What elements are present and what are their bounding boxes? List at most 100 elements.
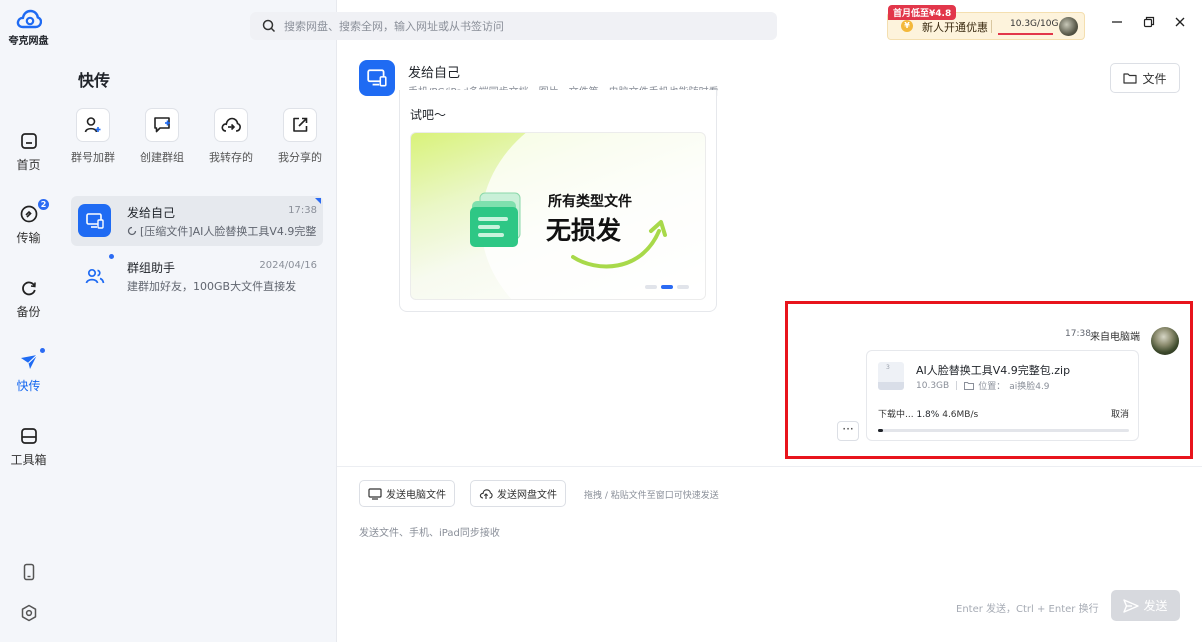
storage-usage: 10.3G/10G (1010, 19, 1059, 29)
conversation-send-to-self[interactable]: 发给自己 17:38 [压缩文件]AI人脸替换工具V4.9完整... (71, 196, 323, 246)
minimize-icon (1112, 21, 1122, 23)
loading-icon (127, 226, 137, 236)
unread-dot (109, 254, 114, 259)
my-shared-icon-box (283, 108, 317, 142)
conversation-time: 2024/04/16 (259, 260, 317, 271)
promo-text: 新人开通优惠 (922, 21, 988, 34)
join-group-label: 群号加群 (71, 151, 115, 164)
files-illustration-icon (470, 192, 521, 247)
quick-send-dot (40, 348, 45, 353)
user-avatar[interactable] (1059, 17, 1078, 36)
message-input[interactable] (359, 524, 1179, 584)
search-input[interactable] (284, 12, 764, 40)
rail-transfer-label: 传输 (16, 231, 41, 245)
rail-toolbox[interactable]: 工具箱 (0, 426, 57, 468)
left-rail: 夸克网盘 首页 2 传输 备份 快传 工具箱 (0, 0, 57, 642)
add-user-icon (84, 117, 101, 133)
monitor-icon (368, 487, 382, 500)
logo-text: 夸克网盘 (8, 36, 49, 47)
promo-divider (991, 20, 992, 33)
create-group-icon-box (145, 108, 179, 142)
promo-price-tag: 首月低至¥4.8 (888, 5, 957, 20)
send-pc-file-button[interactable]: 发送电脑文件 (359, 480, 455, 507)
files-button[interactable]: 文件 (1110, 63, 1180, 93)
conversation-group-assistant[interactable]: 群组助手 2024/04/16 建群加好友，100GB大文件直接发 (71, 251, 323, 301)
backup-icon (21, 281, 36, 296)
desktop-icon (85, 212, 104, 229)
send-shortcut-hint: Enter 发送，Ctrl + Enter 换行 (956, 604, 1099, 615)
conversation-icon (78, 204, 111, 237)
rail-backup[interactable]: 备份 (0, 278, 57, 320)
files-button-label: 文件 (1142, 71, 1167, 86)
app-window: 夸克网盘 首页 2 传输 备份 快传 工具箱 快传 群号加群 创建群组 我转存的… (0, 0, 1202, 642)
toolbox-icon (20, 428, 37, 444)
send-cloud-file-label: 发送网盘文件 (497, 490, 557, 501)
settings-icon (21, 604, 36, 622)
close-button[interactable] (1172, 16, 1188, 32)
conversation-preview: [压缩文件]AI人脸替换工具V4.9完整... (127, 223, 317, 239)
storage-fill (998, 33, 1053, 35)
desktop-icon (367, 69, 387, 87)
conversation-time: 17:38 (288, 205, 317, 216)
panel-title: 快传 (78, 71, 111, 90)
restore-icon (1143, 16, 1155, 28)
rail-transfer[interactable]: 2 传输 (0, 199, 57, 246)
drop-hint: 拖拽 / 粘贴文件至窗口可快速发送 (584, 491, 719, 501)
home-icon (20, 133, 37, 149)
conversation-name: 群组助手 (127, 261, 176, 275)
storage-bar (998, 33, 1053, 35)
my-saved-button[interactable]: 我转存的 (196, 108, 266, 165)
my-shared-button[interactable]: 我分享的 (265, 108, 335, 165)
rail-settings[interactable] (0, 603, 57, 623)
chat-header-icon (359, 60, 395, 96)
restore-button[interactable] (1141, 16, 1157, 32)
minimize-button[interactable] (1109, 16, 1125, 32)
send-cloud-file-button[interactable]: 发送网盘文件 (470, 480, 566, 507)
conversation-name: 发给自己 (127, 206, 176, 220)
create-group-button[interactable]: 创建群组 (127, 108, 197, 165)
swoosh-arrow-icon (571, 220, 667, 269)
send-pc-file-label: 发送电脑文件 (386, 490, 446, 501)
chat-title: 发给自己 (408, 66, 461, 81)
cloud-logo-icon (16, 9, 42, 29)
cloud-upload-icon (479, 488, 493, 499)
rail-phone[interactable] (0, 562, 57, 582)
app-logo[interactable]: 夸克网盘 (0, 8, 57, 47)
conversation-icon (78, 259, 111, 292)
promo-banner[interactable]: 所有类型文件 无损发 (410, 132, 706, 300)
search-icon (262, 19, 276, 33)
send-button-label: 发送 (1143, 599, 1168, 613)
quick-send-icon (20, 354, 37, 369)
search-bar (250, 12, 777, 40)
join-group-by-number-button[interactable]: 群号加群 (58, 108, 128, 165)
rail-quick-send-label: 快传 (16, 379, 41, 393)
rail-home[interactable]: 首页 (0, 131, 57, 173)
send-icon (1123, 598, 1140, 613)
coin-icon: ¥ (901, 20, 913, 32)
carousel-dot[interactable] (645, 285, 657, 289)
carousel-dot[interactable] (677, 285, 689, 289)
membership-promo[interactable]: 首月低至¥4.8 ¥ 新人开通优惠 10.3G/10G (887, 5, 1085, 40)
composer-divider (337, 466, 1202, 467)
transfer-badge: 2 (38, 199, 49, 210)
my-shared-label: 我分享的 (278, 151, 322, 164)
folder-icon (1123, 73, 1138, 84)
quick-send-panel: 快传 群号加群 创建群组 我转存的 我分享的 发给自己 17:38 [压缩文件]… (57, 0, 337, 642)
my-saved-icon-box (214, 108, 248, 142)
my-saved-label: 我转存的 (209, 151, 253, 164)
conversation-preview-text: [压缩文件]AI人脸替换工具V4.9完整... (140, 225, 317, 238)
highlight-box (785, 301, 1193, 459)
phone-icon (23, 563, 34, 581)
create-group-label: 创建群组 (140, 151, 184, 164)
rail-home-label: 首页 (16, 158, 41, 172)
close-icon (1175, 17, 1185, 27)
carousel-dot-active[interactable] (661, 285, 673, 289)
share-icon (293, 117, 308, 132)
received-message-text: 试吧～ (410, 108, 447, 122)
carousel-dots (645, 285, 689, 289)
rail-quick-send[interactable]: 快传 (0, 348, 57, 394)
join-group-icon-box (76, 108, 110, 142)
transfer-icon (20, 205, 37, 223)
rail-toolbox-label: 工具箱 (10, 453, 47, 467)
send-button[interactable]: 发送 (1111, 590, 1180, 621)
